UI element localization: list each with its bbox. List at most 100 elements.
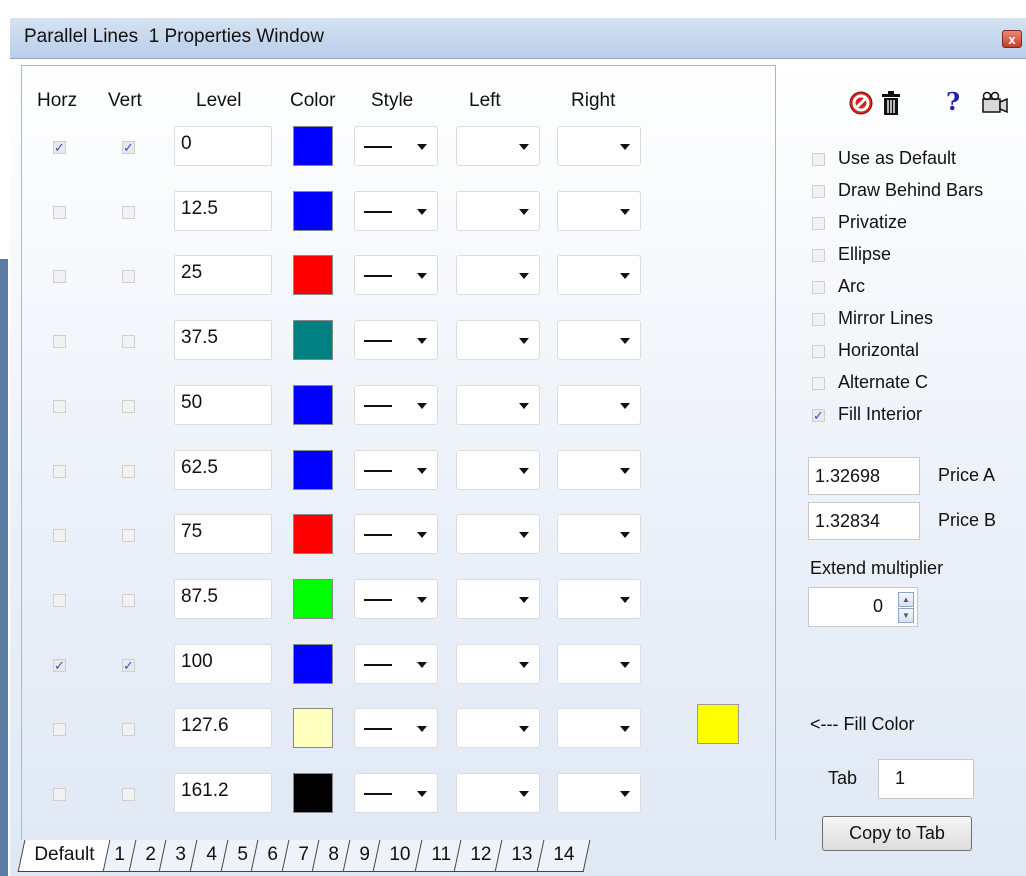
- horz-checkbox[interactable]: [53, 723, 66, 736]
- right-dropdown[interactable]: [557, 708, 641, 748]
- tab-input[interactable]: 1: [878, 759, 974, 799]
- vert-checkbox[interactable]: [122, 529, 135, 542]
- option-checkbox[interactable]: [812, 281, 825, 294]
- title-bar[interactable]: Parallel Lines 1 Properties Window x: [10, 18, 1026, 59]
- option-checkbox[interactable]: [812, 345, 825, 358]
- vert-checkbox[interactable]: [122, 594, 135, 607]
- color-swatch[interactable]: [293, 126, 333, 166]
- option-checkbox[interactable]: [812, 217, 825, 230]
- style-dropdown[interactable]: [354, 773, 438, 813]
- right-dropdown[interactable]: [557, 255, 641, 295]
- left-dropdown[interactable]: [456, 450, 540, 490]
- horz-checkbox[interactable]: ✓: [53, 141, 66, 154]
- right-dropdown[interactable]: [557, 191, 641, 231]
- style-dropdown[interactable]: [354, 708, 438, 748]
- spin-up-icon[interactable]: ▲: [898, 592, 914, 607]
- color-swatch[interactable]: [293, 579, 333, 619]
- level-input[interactable]: 87.5: [174, 579, 272, 619]
- tab-default[interactable]: Default: [17, 840, 111, 872]
- color-swatch[interactable]: [293, 450, 333, 490]
- cancel-icon[interactable]: [848, 90, 874, 123]
- style-dropdown[interactable]: [354, 514, 438, 554]
- vert-checkbox[interactable]: ✓: [122, 141, 135, 154]
- level-input[interactable]: 25: [174, 255, 272, 295]
- option-checkbox[interactable]: [812, 313, 825, 326]
- color-swatch[interactable]: [293, 255, 333, 295]
- level-input[interactable]: 50: [174, 385, 272, 425]
- level-input[interactable]: 161.2: [174, 773, 272, 813]
- delete-icon[interactable]: [880, 90, 902, 123]
- style-dropdown[interactable]: [354, 450, 438, 490]
- style-dropdown[interactable]: [354, 255, 438, 295]
- right-dropdown[interactable]: [557, 450, 641, 490]
- left-dropdown[interactable]: [456, 320, 540, 360]
- color-swatch[interactable]: [293, 644, 333, 684]
- horz-checkbox[interactable]: [53, 465, 66, 478]
- left-dropdown[interactable]: [456, 773, 540, 813]
- vert-checkbox[interactable]: [122, 723, 135, 736]
- color-swatch[interactable]: [293, 514, 333, 554]
- level-input[interactable]: 0: [174, 126, 272, 166]
- option-checkbox[interactable]: [812, 185, 825, 198]
- left-dropdown[interactable]: [456, 514, 540, 554]
- horz-checkbox[interactable]: [53, 788, 66, 801]
- level-input[interactable]: 12.5: [174, 191, 272, 231]
- left-dropdown[interactable]: [456, 255, 540, 295]
- level-input[interactable]: 37.5: [174, 320, 272, 360]
- style-dropdown[interactable]: [354, 126, 438, 166]
- color-swatch[interactable]: [293, 385, 333, 425]
- right-dropdown[interactable]: [557, 385, 641, 425]
- horz-checkbox[interactable]: [53, 335, 66, 348]
- horz-checkbox[interactable]: [53, 594, 66, 607]
- left-dropdown[interactable]: [456, 385, 540, 425]
- camera-icon[interactable]: [980, 90, 1008, 123]
- color-swatch[interactable]: [293, 320, 333, 360]
- left-dropdown[interactable]: [456, 126, 540, 166]
- spin-down-icon[interactable]: ▼: [898, 608, 914, 623]
- left-dropdown[interactable]: [456, 708, 540, 748]
- horz-checkbox[interactable]: [53, 400, 66, 413]
- left-dropdown[interactable]: [456, 191, 540, 231]
- option-checkbox[interactable]: ✓: [812, 409, 825, 422]
- level-input[interactable]: 100: [174, 644, 272, 684]
- right-dropdown[interactable]: [557, 773, 641, 813]
- extend-multiplier-stepper[interactable]: 0 ▲ ▼: [808, 587, 918, 627]
- right-dropdown[interactable]: [557, 579, 641, 619]
- level-input[interactable]: 75: [174, 514, 272, 554]
- fill-color-swatch[interactable]: [697, 704, 739, 744]
- left-dropdown[interactable]: [456, 579, 540, 619]
- color-swatch[interactable]: [293, 708, 333, 748]
- style-dropdown[interactable]: [354, 191, 438, 231]
- vert-checkbox[interactable]: ✓: [122, 659, 135, 672]
- horz-checkbox[interactable]: [53, 529, 66, 542]
- close-button[interactable]: x: [1002, 30, 1022, 48]
- vert-checkbox[interactable]: [122, 335, 135, 348]
- horz-checkbox[interactable]: ✓: [53, 659, 66, 672]
- vert-checkbox[interactable]: [122, 270, 135, 283]
- style-dropdown[interactable]: [354, 579, 438, 619]
- option-checkbox[interactable]: [812, 249, 825, 262]
- right-dropdown[interactable]: [557, 126, 641, 166]
- right-dropdown[interactable]: [557, 514, 641, 554]
- option-checkbox[interactable]: [812, 377, 825, 390]
- copy-to-tab-button[interactable]: Copy to Tab: [822, 816, 972, 851]
- horz-checkbox[interactable]: [53, 270, 66, 283]
- option-checkbox[interactable]: [812, 153, 825, 166]
- style-dropdown[interactable]: [354, 385, 438, 425]
- style-dropdown[interactable]: [354, 320, 438, 360]
- color-swatch[interactable]: [293, 191, 333, 231]
- vert-checkbox[interactable]: [122, 788, 135, 801]
- horz-checkbox[interactable]: [53, 206, 66, 219]
- left-dropdown[interactable]: [456, 644, 540, 684]
- price-b-field[interactable]: 1.32834: [808, 502, 920, 540]
- style-dropdown[interactable]: [354, 644, 438, 684]
- vert-checkbox[interactable]: [122, 206, 135, 219]
- level-input[interactable]: 127.6: [174, 708, 272, 748]
- price-a-field[interactable]: 1.32698: [808, 457, 920, 495]
- vert-checkbox[interactable]: [122, 400, 135, 413]
- vert-checkbox[interactable]: [122, 465, 135, 478]
- right-dropdown[interactable]: [557, 644, 641, 684]
- right-dropdown[interactable]: [557, 320, 641, 360]
- help-icon[interactable]: ?: [946, 88, 960, 116]
- tab-14[interactable]: 14: [536, 840, 591, 872]
